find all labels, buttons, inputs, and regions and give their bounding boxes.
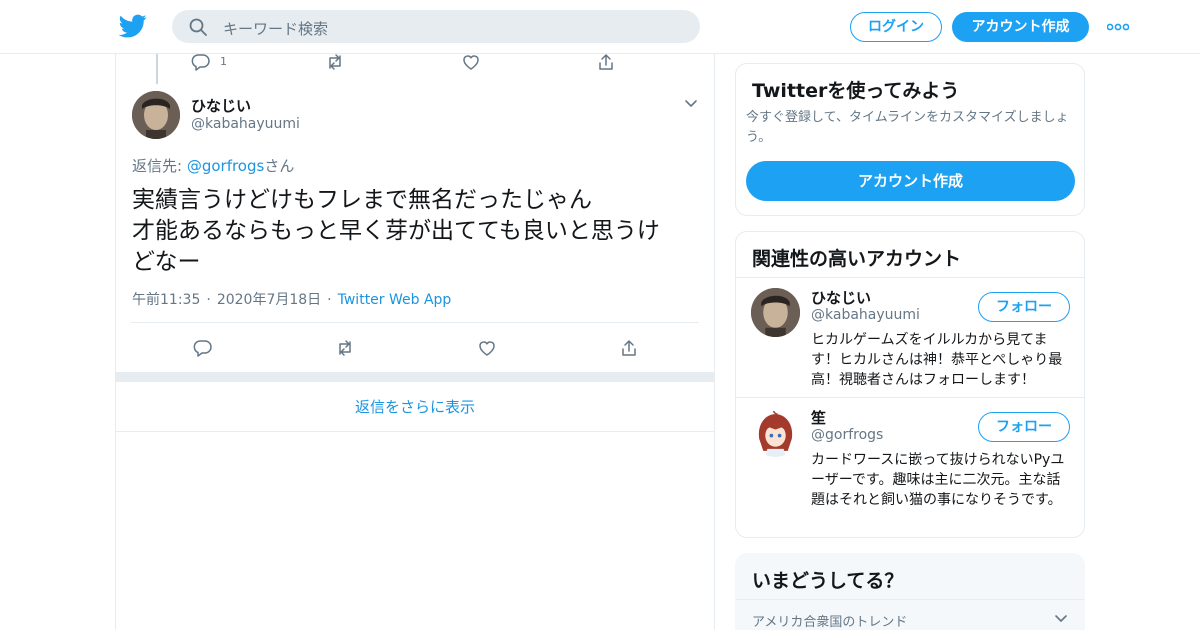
more-options-icon[interactable] [1107,22,1129,32]
related-account-bio: ヒカルゲームズをイルルカから見てます！ヒカルさんは神！恭平とぺしゃり最高！視聴者… [811,332,1063,388]
related-account-name[interactable]: ひなじい [811,287,871,308]
tweet-metadata: 午前11:35 · 2020年7月18日 · Twitter Web App [132,292,452,308]
top-navigation-bar: キーワード検索 ログイン アカウント作成 [0,0,1200,54]
related-account-item[interactable]: 笙 @gorfrogs フォロー カードワースに嵌って抜けられないPyユーザーで… [736,398,1084,537]
tweet-date[interactable]: 2020年7月18日 [217,292,321,308]
reply-icon[interactable] [193,338,213,358]
like-icon[interactable] [477,338,497,358]
share-icon[interactable] [619,338,639,358]
divider [736,599,1084,600]
previous-tweet-actions: 1 [116,54,716,74]
related-accounts-card: 関連性の高いアカウント ひなじい @kabahayuumi フォロー ヒカルゲー… [735,231,1085,538]
tweet-source[interactable]: Twitter Web App [338,292,452,308]
related-account-bio: カードワースに嵌って抜けられないPyユーザーです。趣味は主に二次元。主な話題はそ… [811,452,1065,508]
trends-card: いまどうしてる？ アメリカ合衆国のトレンド [735,553,1085,630]
retweet-icon[interactable] [325,52,345,72]
share-icon[interactable] [596,52,616,72]
related-account-handle[interactable]: @gorfrogs [811,427,883,443]
reply-count: 1 [220,55,227,68]
signup-card-title: Twitterを使ってみよう [752,80,960,102]
related-account-name[interactable]: 笙 [811,407,826,428]
replying-to-link[interactable]: @gorfrogs [187,157,265,175]
signup-card-button[interactable]: アカウント作成 [746,161,1075,201]
tweet-author-handle[interactable]: @kabahayuumi [191,116,300,132]
tweet-time[interactable]: 午前11:35 [132,292,200,308]
avatar[interactable] [132,91,180,139]
search-icon [189,18,207,36]
search-input[interactable]: キーワード検索 [223,18,328,39]
follow-button[interactable]: フォロー [978,412,1070,442]
retweet-icon[interactable] [335,338,355,358]
chevron-down-icon[interactable] [1054,613,1068,623]
tweet-author-name[interactable]: ひなじい [191,95,251,116]
main-timeline-column: 1 ひなじい @kabahayuumi 返信先: @gorfrogsさん 実績言… [115,54,715,630]
replying-to-line: 返信先: @gorfrogsさん [132,157,295,175]
avatar[interactable] [751,288,800,337]
related-account-handle[interactable]: @kabahayuumi [811,307,920,323]
section-separator [116,372,714,382]
related-account-item[interactable]: ひなじい @kabahayuumi フォロー ヒカルゲームズをイルルカから見てま… [736,278,1084,398]
follow-button[interactable]: フォロー [978,292,1070,322]
trends-title: いまどうしてる？ [752,570,904,592]
related-accounts-title: 関連性の高いアカウント [752,248,962,270]
tweet-text: 実績言うけどけもフレまで無名だったじゃん 才能あるならもっと早く芽が出てても良い… [132,187,660,275]
signup-card: Twitterを使ってみよう 今すぐ登録して、タイムラインをカスタマイズしましょ… [735,63,1085,216]
avatar[interactable] [751,408,800,457]
show-more-replies-link[interactable]: 返信をさらに表示 [116,382,714,432]
signup-button[interactable]: アカウント作成 [952,12,1089,42]
chevron-down-icon[interactable] [684,98,698,108]
reply-icon[interactable] [191,52,211,72]
twitter-bird-logo-icon[interactable] [119,12,147,40]
trends-location: アメリカ合衆国のトレンド [752,615,908,630]
divider [131,322,699,323]
like-icon[interactable] [461,52,481,72]
login-button[interactable]: ログイン [850,12,942,42]
search-box[interactable]: キーワード検索 [172,10,700,43]
signup-card-subtitle: 今すぐ登録して、タイムラインをカスタマイズしましょう。 [746,110,1069,145]
